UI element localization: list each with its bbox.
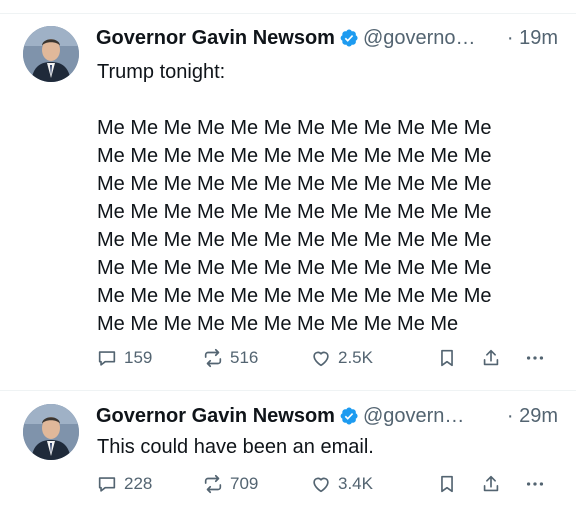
more-icon (526, 356, 544, 360)
share-button[interactable] (480, 472, 502, 496)
like-icon (313, 477, 329, 493)
action-bar: 159 516 2.5K (96, 346, 552, 370)
reply-count: 228 (124, 474, 153, 493)
tweet[interactable]: Governor Gavin Newsom @govern… · 29m Thi… (0, 390, 576, 520)
timestamp[interactable]: · 29m (507, 405, 558, 428)
reply-count: 159 (124, 348, 153, 367)
reply-icon (98, 351, 116, 366)
like-button[interactable]: 2.5K (310, 346, 373, 370)
repost-icon (204, 348, 222, 368)
share-button[interactable] (480, 346, 502, 370)
verified-badge-icon (340, 407, 358, 425)
reply-button[interactable]: 228 (96, 472, 152, 496)
reply-icon (98, 477, 116, 492)
tweet-header: Governor Gavin Newsom @governo… · 19m (96, 26, 558, 50)
bookmark-button[interactable] (436, 472, 458, 496)
bookmark-icon (441, 349, 453, 367)
like-count: 3.4K (338, 474, 373, 493)
author-name[interactable]: Governor Gavin Newsom (96, 405, 335, 428)
share-icon (483, 349, 499, 366)
more-icon (526, 482, 544, 486)
share-icon (483, 475, 499, 492)
author-handle[interactable]: @govern… (363, 405, 501, 428)
like-count: 2.5K (338, 348, 373, 367)
like-button[interactable]: 3.4K (310, 472, 373, 496)
reply-button[interactable]: 159 (96, 346, 152, 370)
repost-count: 709 (230, 474, 259, 493)
tweet-text: Trump tonight: Me Me Me Me Me Me Me Me M… (97, 61, 492, 335)
bookmark-icon (441, 475, 453, 493)
repost-count: 516 (230, 348, 259, 367)
repost-button[interactable]: 516 (202, 346, 258, 370)
bookmark-button[interactable] (436, 346, 458, 370)
avatar[interactable] (23, 404, 79, 460)
tweet[interactable]: Governor Gavin Newsom @governo… · 19m Tr… (0, 0, 576, 390)
author-name[interactable]: Governor Gavin Newsom (96, 27, 335, 50)
more-button[interactable] (524, 346, 546, 370)
timestamp[interactable]: · 19m (507, 27, 558, 50)
tweet-text: This could have been an email. (97, 436, 374, 458)
action-bar: 228 709 3.4K (96, 472, 552, 496)
tweet-header: Governor Gavin Newsom @govern… · 29m (96, 404, 558, 428)
like-icon (313, 351, 329, 367)
repost-button[interactable]: 709 (202, 472, 258, 496)
repost-icon (204, 474, 222, 494)
avatar[interactable] (23, 26, 79, 82)
more-button[interactable] (524, 472, 546, 496)
author-handle[interactable]: @governo… (363, 27, 501, 50)
verified-badge-icon (340, 29, 358, 47)
